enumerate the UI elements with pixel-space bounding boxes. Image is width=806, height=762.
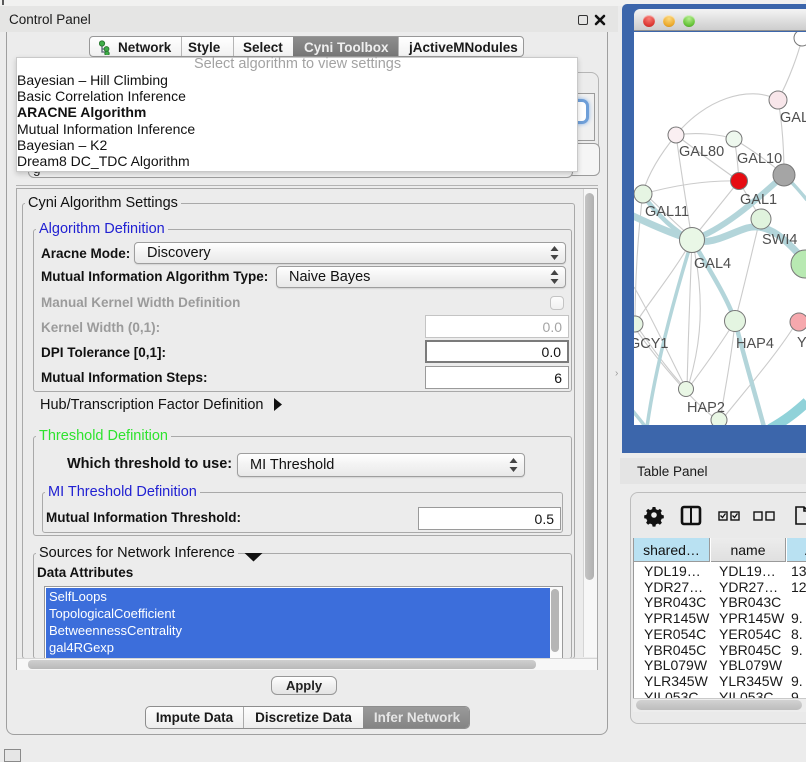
svg-text:GAL11: GAL11 bbox=[645, 204, 689, 220]
svg-text:GAL10: GAL10 bbox=[737, 151, 782, 167]
svg-text:HAP4: HAP4 bbox=[736, 336, 774, 352]
svg-text:GAL80: GAL80 bbox=[679, 144, 724, 160]
svg-text:GAL1: GAL1 bbox=[740, 192, 777, 208]
svg-text:Y: Y bbox=[797, 335, 806, 351]
svg-text:GAL: GAL bbox=[780, 110, 806, 126]
svg-text:HAP2: HAP2 bbox=[687, 400, 725, 416]
svg-text:SWI4: SWI4 bbox=[762, 232, 797, 248]
svg-text:GAL4: GAL4 bbox=[694, 256, 731, 272]
svg-text:GCY1: GCY1 bbox=[634, 336, 669, 352]
